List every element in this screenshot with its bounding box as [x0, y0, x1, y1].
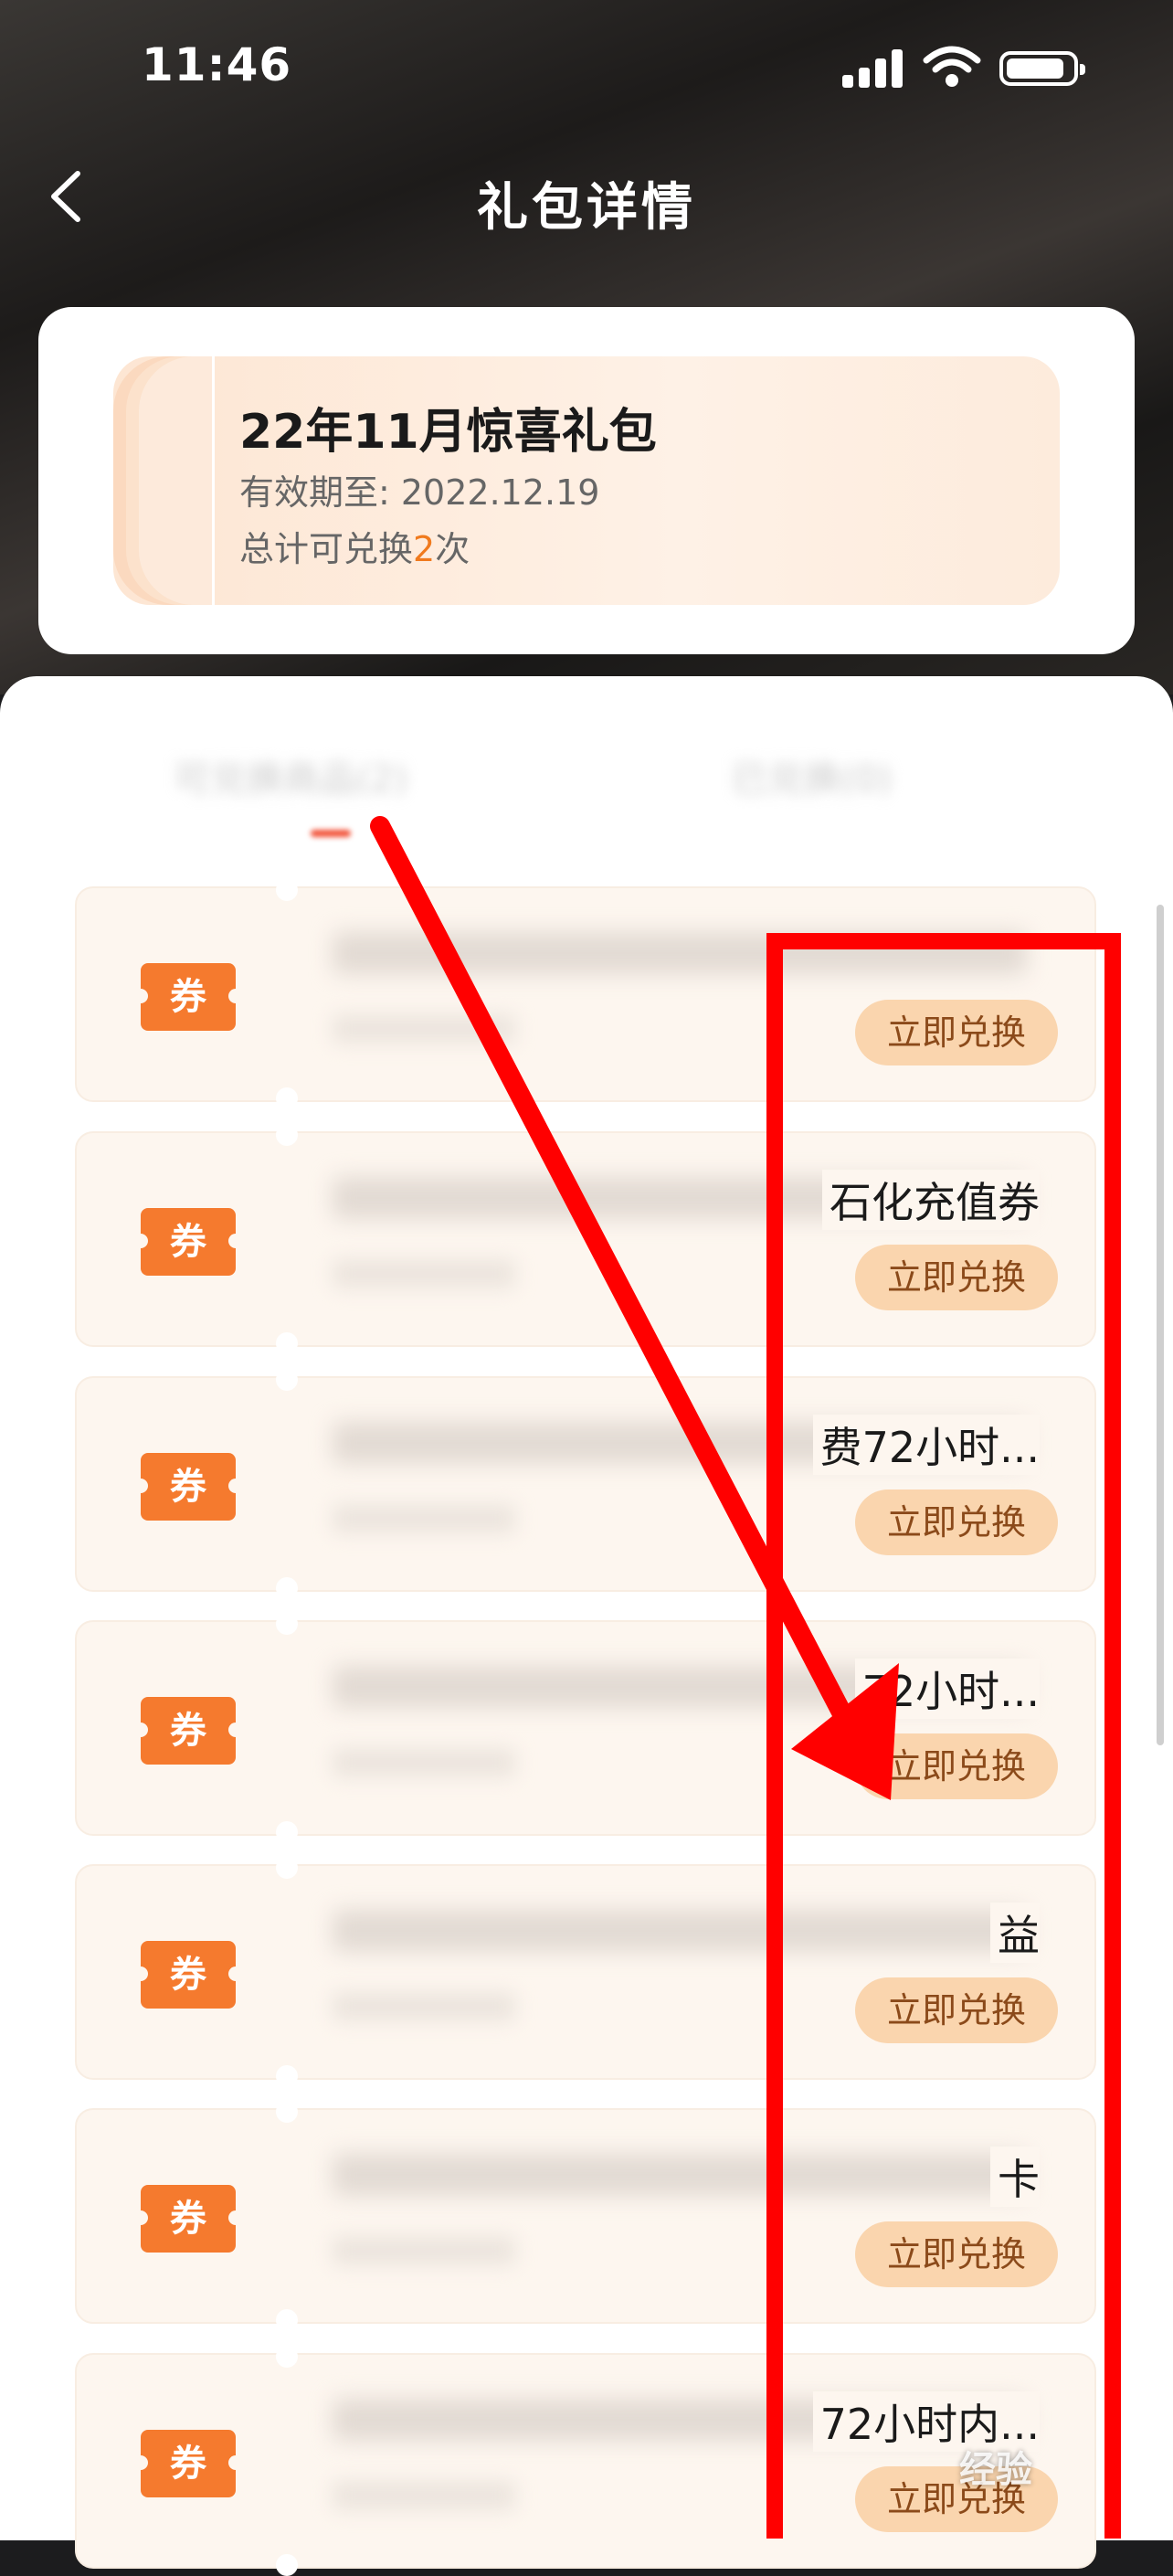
watermark-text: 经验 — [959, 2449, 1032, 2491]
tab-indicator — [311, 830, 351, 837]
coupon-tag-icon: 券 — [133, 1697, 243, 1765]
coupon-card[interactable]: 券 72小时... 立即兑换 — [75, 1613, 1096, 1843]
coupon-subtitle-blurred — [333, 1748, 515, 1777]
coupon-subtitle-blurred — [333, 1992, 515, 2021]
redeem-button[interactable]: 立即兑换 — [855, 1977, 1058, 2043]
nav-bar: 礼包详情 — [0, 146, 1173, 247]
coupon-subtitle-blurred — [333, 2236, 515, 2265]
tab-bar: 可兑换商品(2) 已兑换(0) — [0, 749, 1173, 841]
signal-icon — [842, 48, 906, 88]
coupon-card[interactable]: 券立即兑换 — [75, 879, 1096, 1109]
status-time: 11:46 — [142, 38, 292, 91]
coupon-title-blurred — [333, 1910, 1027, 1952]
coupon-title: 益 — [990, 1903, 1040, 1963]
gift-total-count: 总计可兑换2次 — [239, 521, 470, 571]
coupon-title: 卡 — [990, 2147, 1040, 2207]
coupon-title-blurred — [333, 2154, 1027, 2196]
redeem-button[interactable]: 立即兑换 — [855, 2221, 1058, 2287]
coupon-title: 费72小时... — [812, 1415, 1040, 1475]
coupon-tag-icon: 券 — [133, 1941, 243, 2009]
coupon-title-blurred — [333, 932, 1027, 974]
coupon-title: 72小时... — [854, 1659, 1040, 1719]
redeem-button[interactable]: 立即兑换 — [855, 1489, 1058, 1555]
gift-valid-date: 有效期至: 2022.12.19 — [239, 472, 600, 513]
coupon-tag-icon: 券 — [133, 2185, 243, 2253]
gift-stack-icon — [113, 356, 215, 605]
status-bar: 11:46 — [0, 0, 1173, 137]
coupon-card[interactable]: 券 石化充值券立即兑换 — [75, 1124, 1096, 1354]
coupon-subtitle-blurred — [333, 2481, 515, 2510]
coupon-tag-icon: 券 — [133, 963, 243, 1031]
gift-total-number: 2 — [413, 529, 436, 569]
gift-total-suffix: 次 — [435, 529, 470, 569]
wifi-icon — [923, 46, 981, 87]
coupon-card[interactable]: 券 卡立即兑换 — [75, 2101, 1096, 2331]
coupon-subtitle-blurred — [333, 1504, 515, 1533]
redeem-button[interactable]: 立即兑换 — [855, 1245, 1058, 1310]
coupon-card[interactable]: 券 益立即兑换 — [75, 1857, 1096, 2087]
page-title: 礼包详情 — [477, 178, 696, 238]
coupon-tag-icon: 券 — [133, 1453, 243, 1521]
battery-icon — [999, 51, 1085, 86]
coupon-subtitle-blurred — [333, 1014, 515, 1044]
coupon-card[interactable]: 券 费72小时... 立即兑换 — [75, 1369, 1096, 1599]
redeem-button[interactable]: 立即兑换 — [855, 1000, 1058, 1065]
coupon-title: 石化充值券 — [822, 1170, 1040, 1230]
gift-name: 22年11月惊喜礼包 — [239, 405, 657, 460]
redeem-button[interactable]: 立即兑换 — [855, 1733, 1058, 1799]
gift-total-prefix: 总计可兑换 — [239, 529, 414, 569]
coupon-card[interactable]: 券 72小时内... 立即兑换 — [75, 2346, 1096, 2576]
coupon-tag-icon: 券 — [133, 1208, 243, 1276]
coupon-subtitle-blurred — [333, 1259, 515, 1288]
tab-redeemable[interactable]: 可兑换商品(2) — [174, 749, 408, 802]
scrollbar[interactable] — [1157, 905, 1164, 1745]
tab-redeemed[interactable]: 已兑换(0) — [731, 749, 893, 802]
coupon-tag-icon: 券 — [133, 2430, 243, 2497]
